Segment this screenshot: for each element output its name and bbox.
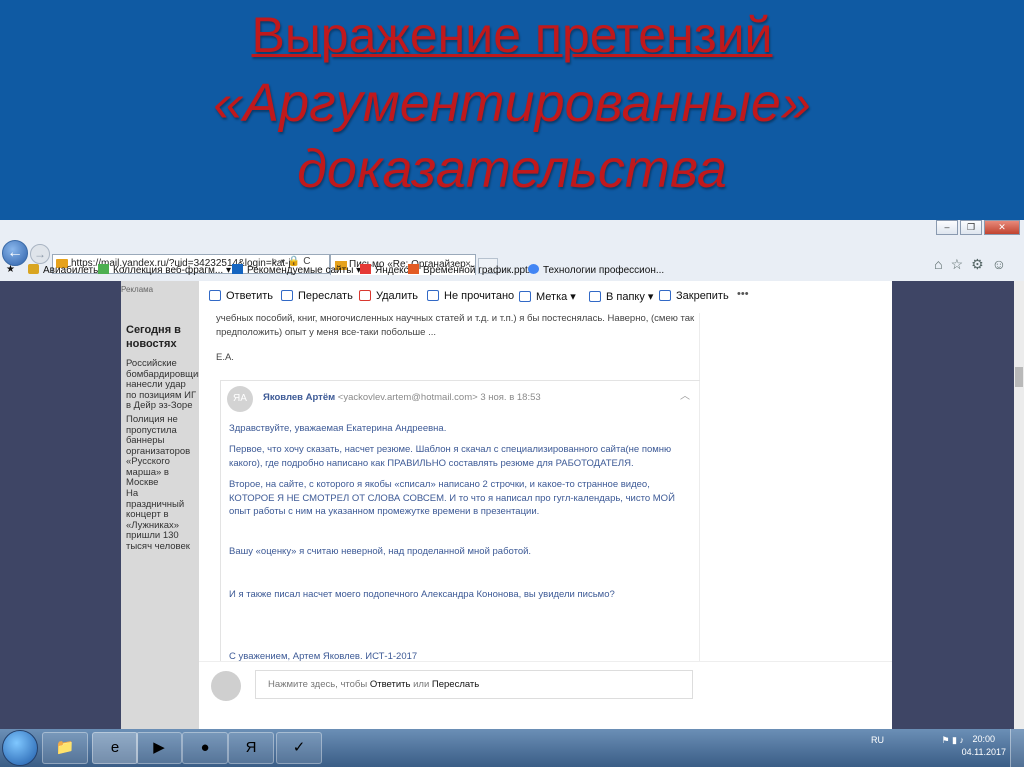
left-news-column: Реклама Сегодня в новостях Российские бо… — [121, 281, 311, 729]
message-paragraph: Первое, что хочу сказать, насчет резюме.… — [229, 444, 672, 469]
media-player-icon[interactable]: ▶ — [136, 732, 182, 764]
forward-icon — [281, 290, 293, 301]
taskbar: 📁 e ▶ ● Я ✓ RU ⚑ ▮ ♪ 20:00 04.11.2017 — [0, 729, 1024, 767]
fav-yandex[interactable]: Яндекс — [360, 264, 409, 276]
sender-line: Яковлев Артём <yackovlev.artem@hotmail.c… — [263, 392, 541, 403]
message-paragraph: И я также писал насчет моего подопечного… — [229, 589, 615, 600]
show-desktop-button[interactable] — [1010, 729, 1024, 767]
favorites-star-icon[interactable]: ★ — [6, 264, 15, 275]
pin-button[interactable]: Закрепить — [659, 290, 729, 302]
page-scrollbar[interactable] — [1014, 281, 1024, 729]
more-button[interactable]: ••• — [737, 288, 749, 300]
quick-reply-area: Нажмите здесь, чтобы Ответить или Пересл… — [199, 661, 892, 729]
previous-message-text: учебных пособий, книг, многочисленных на… — [216, 313, 695, 338]
news-heading: Сегодня в новостях — [126, 324, 181, 350]
ad-label: Реклама — [121, 285, 154, 294]
start-button[interactable] — [2, 730, 38, 766]
envelope-icon — [427, 290, 439, 301]
minimize-button[interactable]: – — [936, 220, 958, 235]
mark-unread-button[interactable]: Не прочитано — [427, 290, 514, 302]
bing-icon — [232, 264, 243, 274]
page-content: Реклама Сегодня в новостях Российские бо… — [0, 281, 1024, 729]
sender-avatar: ЯА — [227, 386, 253, 412]
mail-pane: Ответить Переслать Удалить Не прочитано … — [199, 281, 892, 729]
message-paragraph: Здравствуйте, уважаемая Екатерина Андрее… — [229, 423, 447, 434]
reply-button[interactable]: Ответить — [209, 290, 273, 302]
app-icon[interactable]: ✓ — [276, 732, 322, 764]
tag-icon — [519, 291, 531, 302]
restore-button[interactable]: ❐ — [960, 220, 982, 235]
scrollbar-thumb[interactable] — [1015, 367, 1023, 387]
clock-date: 04.11.2017 — [961, 747, 1006, 757]
yandex-browser-icon[interactable]: Я — [228, 732, 274, 764]
explorer-icon[interactable]: 📁 — [42, 732, 88, 764]
mail-toolbar: Ответить Переслать Удалить Не прочитано … — [199, 281, 892, 313]
fav-web-slices[interactable]: Коллекция веб-фрагм... ▾ — [98, 264, 231, 276]
fav-technologies[interactable]: Технологии профессион... — [528, 264, 664, 276]
message-paragraph: Вашу «оценку» я считаю неверной, над про… — [229, 546, 532, 557]
browser-window: – ❐ ✕ ← → https://mail.yandex.ru/?uid=34… — [0, 220, 1024, 767]
pin-icon — [659, 290, 671, 301]
move-to-folder-button[interactable]: В папку ▾ — [589, 290, 653, 303]
collapse-chevron-icon[interactable]: ︿ — [680, 387, 690, 402]
news-item[interactable]: На праздничный концерт в «Лужниках» приш… — [126, 488, 198, 552]
clock[interactable]: 20:00 04.11.2017 — [962, 733, 1006, 759]
fav-aviabilety[interactable]: Авиабилеты — [28, 264, 100, 276]
favorites-bar: ★ Авиабилеты Коллекция веб-фрагм... ▾ Ре… — [0, 260, 1024, 280]
ppt-icon — [408, 264, 419, 274]
reply-icon — [209, 290, 221, 301]
webslice-icon — [98, 264, 109, 274]
message-date: 3 ноя. в 18:53 — [480, 392, 541, 403]
trash-icon — [359, 290, 371, 301]
ie-icon[interactable]: e — [92, 732, 138, 764]
message-paragraph: Второе, на сайте, с которого я якобы «сп… — [229, 479, 675, 517]
quick-reply-input[interactable]: Нажмите здесь, чтобы Ответить или Пересл… — [255, 670, 693, 699]
google-icon — [528, 264, 539, 274]
user-avatar — [211, 671, 241, 701]
news-item[interactable]: Российские бомбардировщики нанесли удар … — [126, 358, 208, 412]
yandex-icon — [360, 264, 371, 274]
fav-recommended-sites[interactable]: Рекомендуемые сайты ▾ — [232, 264, 361, 276]
window-controls: – ❐ ✕ — [936, 220, 1020, 235]
sender-email: <yackovlev.artem@hotmail.com> — [337, 392, 478, 403]
news-item[interactable]: Полиция не пропустила баннеры организато… — [126, 414, 198, 489]
slide-title-line-3: доказательства — [297, 139, 727, 199]
slide-title-area: Выражение претензий «Аргументированные» … — [0, 0, 1024, 222]
chrome-icon[interactable]: ● — [182, 732, 228, 764]
language-indicator[interactable]: RU — [871, 735, 884, 745]
previous-signature: Е.А. — [216, 352, 234, 363]
clock-time: 20:00 — [972, 734, 996, 744]
tray-icons: ⚑ ▮ ♪ — [941, 735, 964, 745]
plane-icon — [28, 264, 39, 274]
slide-title-line-1: Выражение претензий — [251, 7, 773, 63]
delete-button[interactable]: Удалить — [359, 290, 418, 302]
fav-timeline-pptx[interactable]: Временной график.pptx — [408, 264, 533, 276]
sender-name[interactable]: Яковлев Артём — [263, 392, 335, 403]
forward-button[interactable]: Переслать — [281, 290, 353, 302]
folder-icon — [589, 291, 601, 302]
slide-title-line-2: «Аргументированные» — [213, 73, 811, 133]
close-button[interactable]: ✕ — [984, 220, 1020, 235]
label-button[interactable]: Метка ▾ — [519, 290, 576, 303]
